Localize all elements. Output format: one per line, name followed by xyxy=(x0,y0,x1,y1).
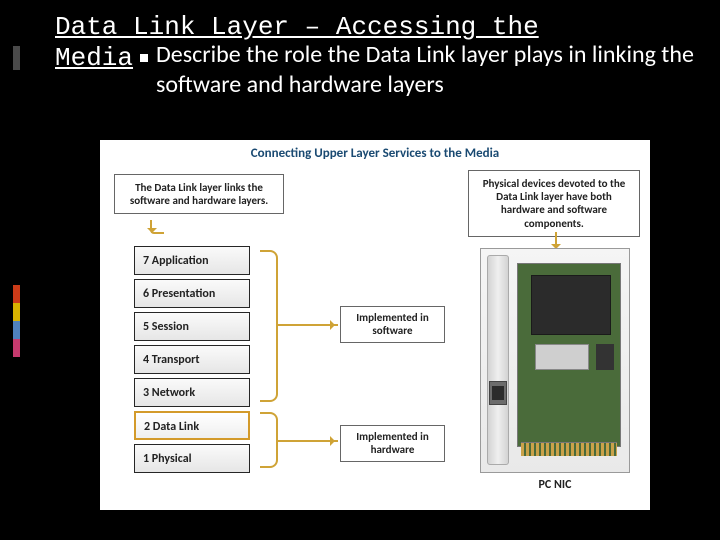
brace-icon xyxy=(260,412,278,468)
osi-stack: 7 Application 6 Presentation 5 Session 4… xyxy=(134,242,250,473)
nic-edge-connector xyxy=(521,442,617,456)
nic-chip xyxy=(531,275,611,335)
accent-bar xyxy=(13,321,20,339)
accent-bar xyxy=(13,339,20,357)
nic-chip xyxy=(596,344,614,370)
arrow-icon xyxy=(150,220,164,234)
arrow-icon xyxy=(555,232,557,248)
nic-image xyxy=(480,248,630,473)
nic-chip xyxy=(535,344,589,370)
osi-layer-1: 1 Physical xyxy=(134,444,250,473)
callout-right: Physical devices devoted to the Data Lin… xyxy=(468,170,640,237)
nic-ethernet-port xyxy=(492,386,504,400)
accent-bar xyxy=(13,46,20,70)
nic-label: PC NIC xyxy=(480,478,630,492)
accent-bar xyxy=(13,285,20,303)
brace-icon xyxy=(260,250,278,402)
accent-bar xyxy=(13,303,20,321)
osi-layer-5: 5 Session xyxy=(134,312,250,341)
bullet-item: Describe the role the Data Link layer pl… xyxy=(140,40,715,100)
bullet-text: Describe the role the Data Link layer pl… xyxy=(156,40,715,100)
arrow-icon xyxy=(278,324,338,326)
diagram: Connecting Upper Layer Services to the M… xyxy=(100,140,650,510)
callout-left: The Data Link layer links the software a… xyxy=(114,174,284,214)
title-line-1: Data Link Layer – Accessing the xyxy=(55,12,539,42)
title-line-2: Media xyxy=(55,43,133,73)
osi-layer-6: 6 Presentation xyxy=(134,279,250,308)
implemented-hardware-box: Implemented in hardware xyxy=(340,425,445,462)
implemented-software-box: Implemented in software xyxy=(340,306,445,343)
diagram-title: Connecting Upper Layer Services to the M… xyxy=(100,146,650,161)
osi-layer-3: 3 Network xyxy=(134,378,250,407)
nic-bracket xyxy=(487,255,509,465)
osi-layer-4: 4 Transport xyxy=(134,345,250,374)
osi-layer-7: 7 Application xyxy=(134,246,250,275)
bullet-icon xyxy=(140,54,148,62)
arrow-icon xyxy=(278,440,338,442)
osi-layer-2: 2 Data Link xyxy=(134,411,250,440)
